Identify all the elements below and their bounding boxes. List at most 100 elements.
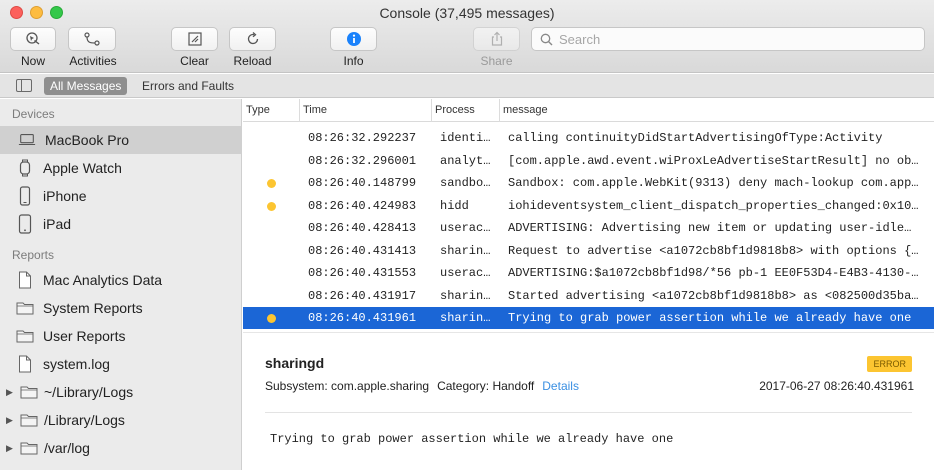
table-row[interactable]: 08:26:40.431917 sharin… Started advertis… bbox=[243, 285, 934, 307]
row-message: Request to advertise <a1072cb8bf1d9818b8… bbox=[508, 244, 919, 258]
table-row[interactable]: 08:26:40.431553 userac… ADVERTISING:$a10… bbox=[243, 262, 934, 284]
row-message: ADVERTISING: Advertising new item or upd… bbox=[508, 221, 912, 235]
sidebar-item-label: ~/Library/Logs bbox=[44, 384, 134, 400]
error-badge: ERROR bbox=[867, 356, 912, 372]
sidebar-item-system-log[interactable]: system.log bbox=[0, 350, 242, 378]
column-header-process[interactable]: Process bbox=[431, 99, 499, 122]
row-process: sharin… bbox=[440, 244, 491, 258]
table-row[interactable]: 08:26:32.296001 analyt… [com.apple.awd.e… bbox=[243, 150, 934, 172]
clear-button[interactable] bbox=[171, 27, 218, 51]
disclosure-triangle-icon[interactable]: ▶ bbox=[6, 387, 18, 398]
info-button[interactable] bbox=[330, 27, 377, 51]
folder-icon bbox=[20, 382, 38, 402]
sidebar-item-label: /Library/Logs bbox=[44, 412, 125, 428]
sidebar-toggle-icon[interactable] bbox=[16, 79, 32, 92]
search-input[interactable] bbox=[559, 31, 899, 47]
row-message: calling continuityDidStartAdvertisingOfT… bbox=[508, 131, 883, 145]
table-header: Type Time Process message bbox=[243, 99, 934, 122]
search-field[interactable] bbox=[531, 27, 925, 51]
table-row[interactable]: 08:26:32.292237 identi… calling continui… bbox=[243, 127, 934, 149]
details-link[interactable]: Details bbox=[542, 379, 579, 393]
ipad-icon bbox=[16, 214, 34, 234]
sidebar-item-user-library-logs[interactable]: ▶ ~/Library/Logs bbox=[0, 378, 242, 406]
detail-timestamp: 2017-06-27 08:26:40.431961 bbox=[759, 379, 914, 393]
table-row[interactable]: 08:26:40.424983 hidd iohideventsystem_cl… bbox=[243, 195, 934, 217]
sidebar-item-library-logs[interactable]: ▶ /Library/Logs bbox=[0, 406, 242, 434]
table-row-selected[interactable]: 08:26:40.431961 sharin… Trying to grab p… bbox=[243, 307, 934, 329]
folder-icon bbox=[16, 298, 34, 318]
row-time: 08:26:40.431961 bbox=[308, 311, 417, 325]
now-button[interactable] bbox=[10, 27, 56, 51]
sidebar-item-system-reports[interactable]: System Reports bbox=[0, 294, 242, 322]
activities-label: Activities bbox=[69, 54, 117, 68]
folder-icon bbox=[20, 410, 38, 430]
detail-process: sharingd bbox=[265, 355, 325, 371]
search-icon bbox=[540, 33, 553, 45]
row-process: userac… bbox=[440, 266, 491, 280]
filter-errors-and-faults[interactable]: Errors and Faults bbox=[136, 77, 240, 95]
watch-icon bbox=[16, 158, 34, 178]
row-time: 08:26:40.428413 bbox=[308, 221, 417, 235]
column-header-message[interactable]: message bbox=[499, 99, 934, 122]
sidebar-item-label: User Reports bbox=[43, 328, 126, 344]
column-header-type[interactable]: Type bbox=[243, 99, 299, 122]
row-message: Trying to grab power assertion while we … bbox=[508, 311, 912, 325]
row-process: sharin… bbox=[440, 311, 491, 325]
row-message: Started advertising <a1072cb8bf1d9818b8>… bbox=[508, 289, 919, 303]
row-time: 08:26:40.431413 bbox=[308, 244, 417, 258]
sidebar: Devices MacBook Pro Apple Watch iPhone i… bbox=[0, 99, 242, 470]
row-message: Sandbox: com.apple.WebKit(9313) deny mac… bbox=[508, 176, 919, 190]
column-header-time[interactable]: Time bbox=[299, 99, 431, 122]
sidebar-item-ipad[interactable]: iPad bbox=[0, 210, 242, 238]
document-icon bbox=[16, 354, 34, 374]
table-row[interactable]: 08:26:40.431413 sharin… Request to adver… bbox=[243, 240, 934, 262]
row-time: 08:26:40.431553 bbox=[308, 266, 417, 280]
document-icon bbox=[16, 270, 34, 290]
row-process: analyt… bbox=[440, 154, 491, 168]
reload-button[interactable] bbox=[229, 27, 276, 51]
detail-category: Category: Handoff bbox=[437, 379, 535, 393]
reload-label: Reload bbox=[233, 54, 272, 68]
filter-bar: All Messages Errors and Faults bbox=[0, 74, 934, 98]
row-time: 08:26:40.424983 bbox=[308, 199, 417, 213]
sidebar-item-macbook-pro[interactable]: MacBook Pro bbox=[0, 126, 242, 154]
sidebar-item-label: MacBook Pro bbox=[45, 132, 130, 148]
clear-label: Clear bbox=[180, 54, 209, 68]
now-icon bbox=[26, 32, 40, 45]
row-process: sharin… bbox=[440, 289, 491, 303]
laptop-icon bbox=[18, 130, 36, 150]
folder-icon bbox=[16, 326, 34, 346]
sidebar-item-mac-analytics-data[interactable]: Mac Analytics Data bbox=[0, 266, 242, 294]
error-indicator-icon bbox=[267, 314, 276, 323]
activities-button[interactable] bbox=[68, 27, 116, 51]
sidebar-item-user-reports[interactable]: User Reports bbox=[0, 322, 242, 350]
row-process: sandbo… bbox=[440, 176, 491, 190]
filter-all-messages[interactable]: All Messages bbox=[44, 77, 128, 95]
sidebar-item-var-log[interactable]: ▶ /var/log bbox=[0, 434, 242, 462]
sidebar-item-label: Mac Analytics Data bbox=[43, 272, 163, 288]
detail-subsystem: Subsystem: com.apple.sharing bbox=[265, 379, 430, 393]
devices-header: Devices bbox=[12, 107, 55, 121]
sidebar-item-label: iPad bbox=[43, 216, 72, 232]
detail-meta: Subsystem: com.apple.sharing Category: Ha… bbox=[265, 379, 579, 393]
row-time: 08:26:32.296001 bbox=[308, 154, 417, 168]
sidebar-item-apple-watch[interactable]: Apple Watch bbox=[0, 154, 242, 182]
row-time: 08:26:40.431917 bbox=[308, 289, 417, 303]
sidebar-item-iphone[interactable]: iPhone bbox=[0, 182, 242, 210]
sidebar-item-label: Apple Watch bbox=[43, 160, 122, 176]
disclosure-triangle-icon[interactable]: ▶ bbox=[6, 415, 18, 426]
activities-icon bbox=[84, 32, 100, 46]
share-label: Share bbox=[480, 54, 513, 68]
error-indicator-icon bbox=[267, 202, 276, 211]
info-icon bbox=[346, 32, 361, 46]
sidebar-item-label: /var/log bbox=[44, 440, 90, 456]
clear-icon bbox=[187, 32, 202, 46]
row-message: iohideventsystem_client_dispatch_propert… bbox=[508, 199, 919, 213]
message-detail-pane: sharingd ERROR Subsystem: com.apple.shar… bbox=[243, 332, 934, 470]
table-row[interactable]: 08:26:40.428413 userac… ADVERTISING: Adv… bbox=[243, 217, 934, 239]
table-row[interactable]: 08:26:40.148799 sandbo… Sandbox: com.app… bbox=[243, 172, 934, 194]
row-process: identi… bbox=[440, 131, 491, 145]
share-button[interactable] bbox=[473, 27, 520, 51]
disclosure-triangle-icon[interactable]: ▶ bbox=[6, 443, 18, 454]
titlebar: Console (37,495 messages) Now Activities… bbox=[0, 0, 934, 73]
